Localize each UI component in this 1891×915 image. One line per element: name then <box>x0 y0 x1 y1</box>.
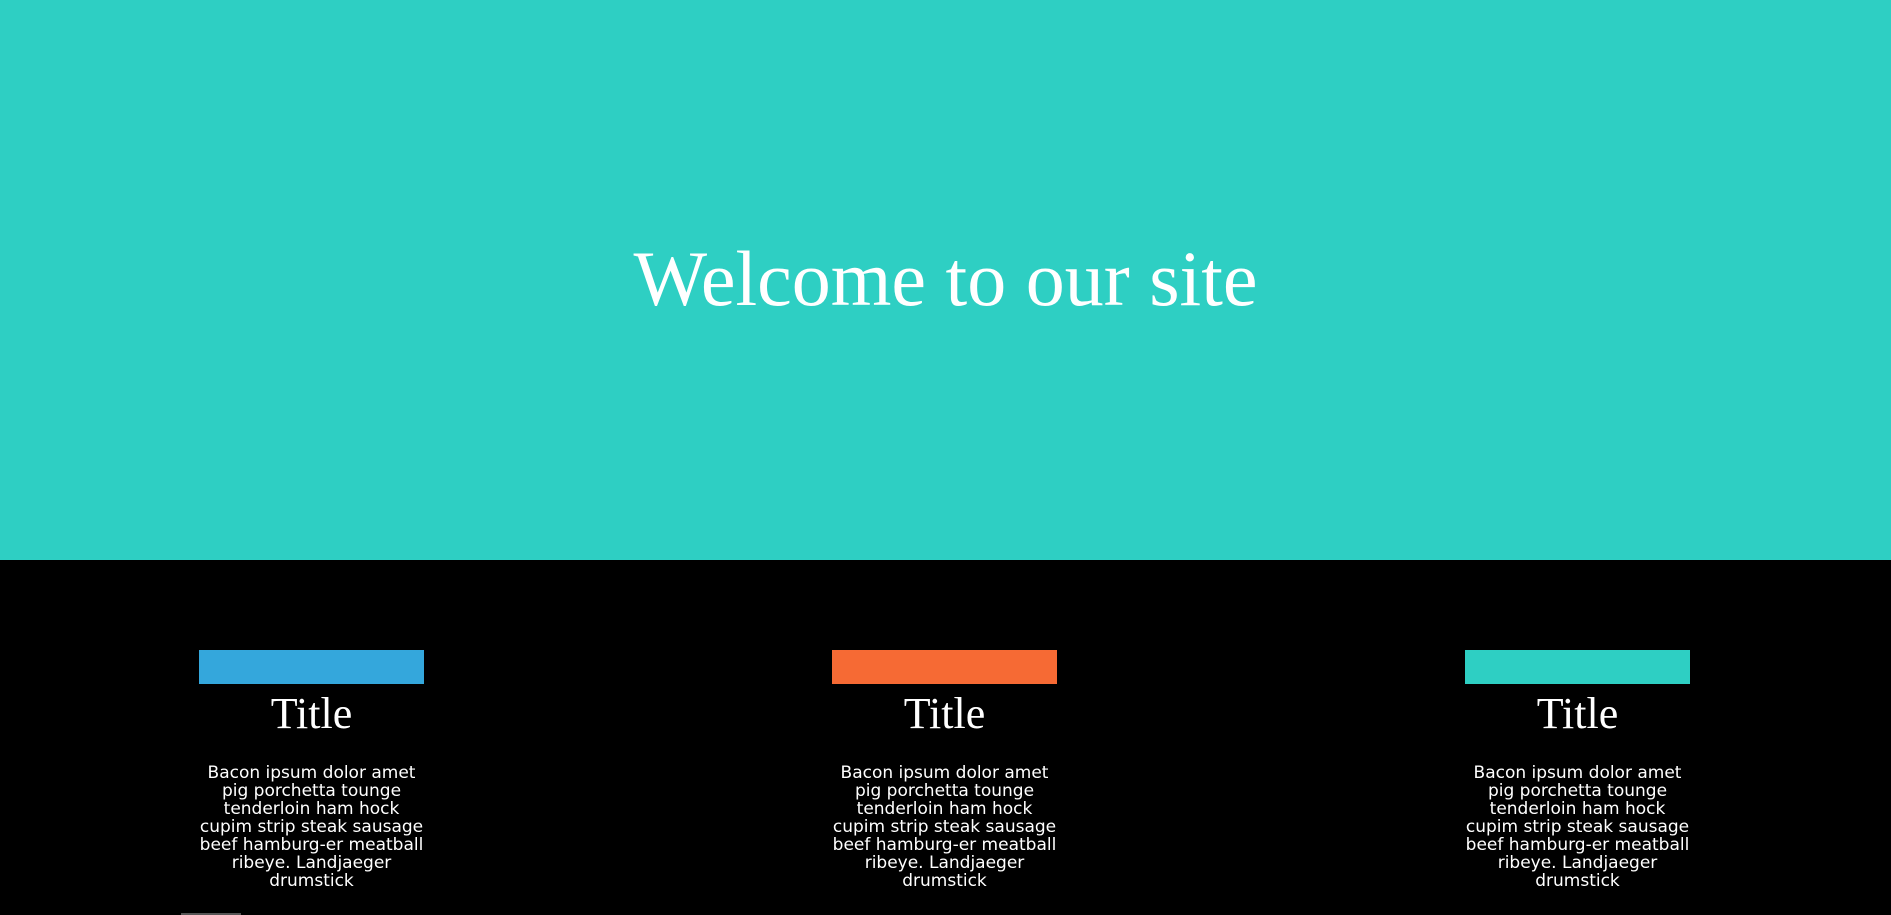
feature-card-title: Title <box>903 689 986 738</box>
feature-card-text: Bacon ipsum dolor amet pig porchetta tou… <box>1465 763 1690 891</box>
feature-card-1: Title Bacon ipsum dolor amet pig porchet… <box>199 650 424 890</box>
feature-card-title: Title <box>270 689 353 738</box>
hero-section: Welcome to our site <box>0 0 1891 560</box>
feature-card-text: Bacon ipsum dolor amet pig porchetta tou… <box>199 763 424 891</box>
feature-card-2: Title Bacon ipsum dolor amet pig porchet… <box>832 650 1057 890</box>
feature-card-text: Bacon ipsum dolor amet pig porchetta tou… <box>832 763 1057 891</box>
feature-card-3: Title Bacon ipsum dolor amet pig porchet… <box>1465 650 1690 890</box>
feature-card-title: Title <box>1536 689 1619 738</box>
hero-title: Welcome to our site <box>633 235 1258 322</box>
feature-card-accent-bar <box>1465 650 1690 684</box>
feature-card-accent-bar <box>832 650 1057 684</box>
features-section: Title Bacon ipsum dolor amet pig porchet… <box>0 560 1891 915</box>
feature-card-accent-bar <box>199 650 424 684</box>
